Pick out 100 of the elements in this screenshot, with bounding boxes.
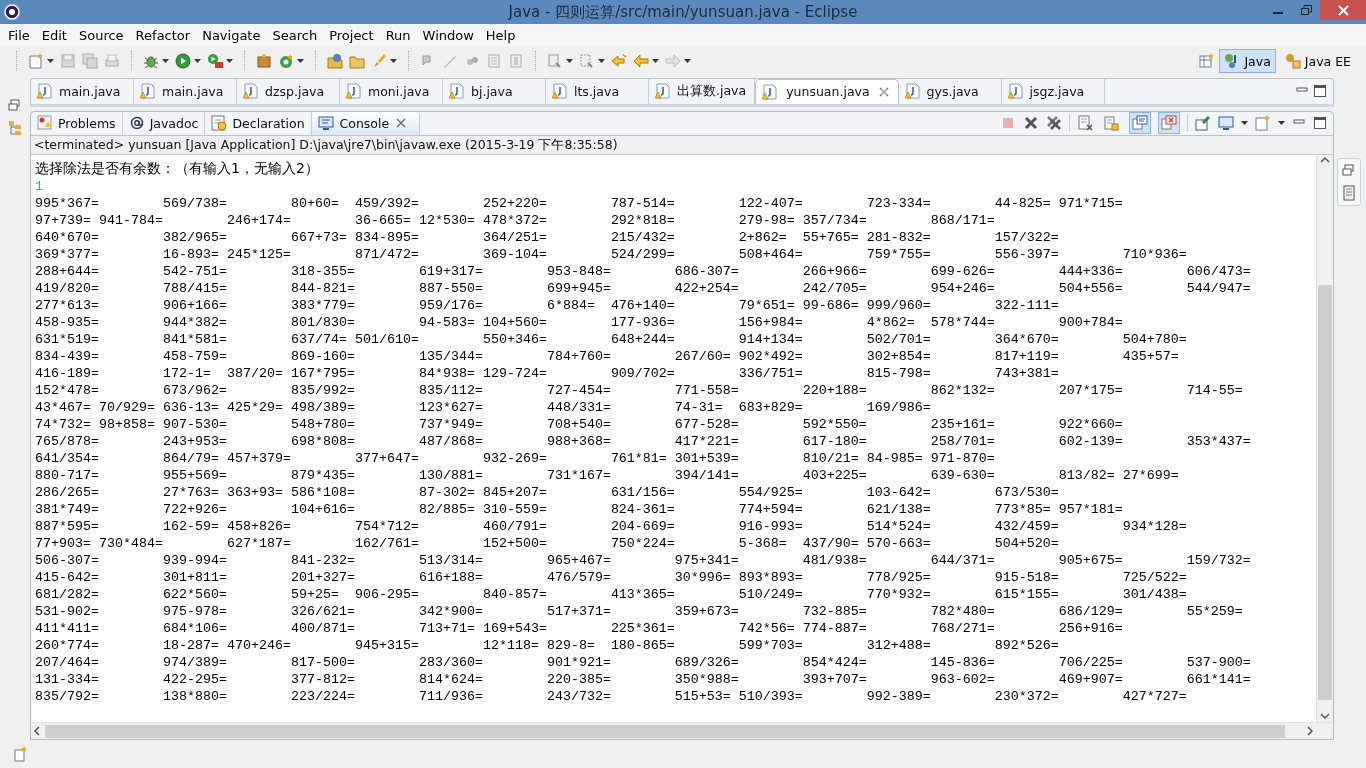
- debug-icon[interactable]: [143, 53, 159, 69]
- view-tab[interactable]: Console: [311, 111, 421, 135]
- close-icon[interactable]: [877, 85, 890, 98]
- remove-all-icon[interactable]: [1046, 115, 1062, 132]
- scrollbar-thumb[interactable]: [1317, 284, 1333, 700]
- menu-item[interactable]: Search: [266, 25, 324, 45]
- console-line: 531-902= 975-978= 326/621= 342*900= 517+371= 359+673= 732-885= 782*480= 686/129= 55*259=: [35, 602, 1244, 620]
- java-file-icon: [762, 83, 779, 100]
- fast-view-icon[interactable]: [14, 746, 30, 762]
- menu-item[interactable]: Run: [379, 25, 417, 45]
- clear-console-icon[interactable]: [1077, 115, 1093, 132]
- show-error-icon: [1161, 115, 1177, 132]
- caret-icon[interactable]: [566, 58, 573, 64]
- editor-tab[interactable]: yunsuan.java: [755, 79, 899, 104]
- java-file-icon: [1007, 83, 1024, 100]
- editor-tab[interactable]: jsgz.java: [1001, 79, 1105, 104]
- toggle-button[interactable]: [1129, 112, 1151, 135]
- java-ee-perspective-icon: [1284, 53, 1301, 69]
- list-icon[interactable]: [1341, 185, 1357, 201]
- java-file-icon: [904, 83, 921, 100]
- console-line: 131-334= 422-295= 377-812= 814*624= 220-385= 350*988= 393+707= 963-602= 469+907= 661*141=: [35, 670, 1252, 688]
- maximize-icon[interactable]: [1313, 84, 1327, 99]
- editor-tab[interactable]: main.java: [31, 79, 134, 104]
- maximize-icon[interactable]: [1313, 116, 1327, 131]
- display-console-icon[interactable]: [1218, 115, 1234, 132]
- menu-item[interactable]: Navigate: [196, 25, 267, 45]
- folder-icon[interactable]: [349, 53, 365, 69]
- console-line: 640*670= 382/965= 667+73= 834-895= 364/251= 215/432= 2+862= 55+765= 281-832= 157/322=: [35, 228, 1060, 246]
- console-line: 411*411= 684*106= 400/871= 713+71= 169+543= 225*361= 742*56= 774-887= 768/271= 256+916=: [35, 619, 1124, 637]
- restore-icon[interactable]: [1341, 163, 1357, 179]
- console-line: 631*519= 841*581= 637/74= 501/610= 550+346= 648+244= 914+134= 502/701= 364*670= 504+780=: [35, 330, 1188, 348]
- editor-tab[interactable]: lts.java: [546, 79, 649, 104]
- caret-icon[interactable]: [1241, 120, 1248, 127]
- editor-tab[interactable]: dzsp.java: [237, 79, 340, 104]
- scroll-left-icon[interactable]: [31, 725, 43, 737]
- restore-icon[interactable]: [7, 98, 23, 114]
- javadoc-icon: [128, 115, 145, 132]
- console-line: 681/282= 622*560= 59+25= 906-295= 840-857= 413*365= 510/249= 770*932= 615*155= 301/438=: [35, 585, 1188, 603]
- caret-icon[interactable]: [390, 58, 397, 64]
- console-line: 288+644= 542-751= 318-355= 619+317= 953-848= 686-307= 266+966= 699-626= 444+336= 606/473=: [35, 262, 1252, 280]
- open-perspective-icon[interactable]: [1199, 53, 1216, 69]
- console-line: 458-935= 944*382= 801/830= 94-583= 104+560= 177-936= 156+984= 4*862= 578*744= 900+784=: [35, 313, 1124, 331]
- console-line: 152*478= 673/962= 835/992= 835/112= 727-454= 771-558= 220+188= 862*132= 207*175= 714-55=: [35, 381, 1244, 399]
- caret-icon[interactable]: [297, 58, 304, 64]
- scroll-down-icon[interactable]: [1319, 710, 1331, 722]
- menu-item[interactable]: Edit: [35, 25, 73, 45]
- close-button[interactable]: [1320, 0, 1366, 20]
- scrollbar-thumb[interactable]: [45, 723, 1285, 739]
- last-edit-icon[interactable]: [611, 53, 627, 69]
- console-line: 77+903= 730*484= 627*187= 162/761= 152+500= 750*224= 5-368= 437/90= 570-663= 504+520=: [35, 534, 1060, 552]
- menu-item[interactable]: Project: [323, 25, 380, 45]
- caret-icon[interactable]: [652, 58, 659, 64]
- console-line: 286/265= 27*763= 363+93= 586*108= 87-302= 845+207= 631/156= 554/925= 103-642= 673/530=: [35, 483, 1060, 501]
- menu-item[interactable]: File: [2, 25, 36, 45]
- run-icon[interactable]: [175, 53, 191, 69]
- remove-launch-icon[interactable]: [1023, 115, 1039, 132]
- console-line: 887*595= 162-59= 458+826= 754*712= 460/791= 204-669= 916-993= 514*524= 432/459= 934*128=: [35, 517, 1188, 535]
- perspective-button[interactable]: Java: [1219, 49, 1276, 73]
- editor-tab[interactable]: gys.java: [898, 79, 1002, 104]
- editor-tab[interactable]: bj.java: [443, 79, 546, 104]
- editor-tab[interactable]: moni.java: [340, 79, 443, 104]
- console-prompt: 选择除法是否有余数：（有输入1，无输入2）: [35, 158, 320, 178]
- console-line: 415-642= 301+811= 201+327= 616+188= 476/579= 30*996= 893*893= 778/925= 915-518= 725/522=: [35, 568, 1188, 586]
- restore-icon[interactable]: [1300, 5, 1312, 15]
- external-tools-icon[interactable]: [207, 53, 223, 69]
- console-line: 880-717= 955+569= 879*435= 130/881= 731*167= 394/141= 403+225= 639-630= 813/82= 27*699=: [35, 466, 1180, 484]
- console-line: 835/792= 138*880= 223/224= 711/936= 243/732= 515+53= 510/393= 992-389= 230*372= 427*727=: [35, 687, 1188, 705]
- view-tab[interactable]: Problems: [31, 111, 123, 135]
- pin-icon[interactable]: [1195, 115, 1211, 132]
- menu-item[interactable]: Window: [416, 25, 480, 45]
- caret-icon[interactable]: [194, 58, 201, 64]
- view-tab[interactable]: Javadoc: [122, 111, 206, 135]
- console-line: 97+739= 941-784= 246+174= 36-665= 12*530= 478*372= 292*818= 279-98= 357/734= 868/171=: [35, 211, 996, 229]
- editor-tab[interactable]: main.java: [134, 79, 237, 104]
- caret-icon[interactable]: [226, 58, 233, 64]
- java-file-icon: [140, 83, 156, 100]
- app-icon[interactable]: [3, 3, 21, 21]
- new-package-icon[interactable]: [256, 53, 272, 69]
- console-line: 419/820= 788/415= 844-821= 887-550= 699+945= 422+254= 242/705= 954+246= 504+556= 544/947=: [35, 279, 1252, 297]
- console-line: 74*732= 98+858= 907-530= 548+780= 737*949= 708+540= 677-528= 592*550= 235+161= 922*660=: [35, 415, 1124, 433]
- java-file-icon: [37, 83, 53, 100]
- toggle-button[interactable]: [1158, 112, 1180, 135]
- caret-icon[interactable]: [162, 58, 169, 64]
- console-line: 765/878= 243+953= 698*808= 487/868= 988+368= 417*221= 617-180= 258/701= 602-139= 353*437=: [35, 432, 1252, 450]
- console-line: 260*774= 18-287= 470+246= 945+315= 12*118= 829-8= 180-865= 599*703= 312+488= 892*526=: [35, 636, 1060, 654]
- view-tab[interactable]: Declaration: [205, 111, 312, 135]
- open-type-icon[interactable]: [327, 53, 343, 69]
- caret-icon[interactable]: [684, 58, 691, 64]
- menu-item[interactable]: Help: [479, 25, 522, 45]
- caret-icon[interactable]: [47, 58, 54, 64]
- java-file-icon: [552, 83, 568, 100]
- menu-item[interactable]: Refactor: [129, 25, 197, 45]
- scroll-right-icon[interactable]: [1304, 725, 1316, 737]
- menu-item[interactable]: Source: [72, 25, 130, 45]
- caret-icon[interactable]: [1278, 120, 1285, 127]
- close-icon[interactable]: [395, 117, 408, 130]
- java-file-icon: [346, 83, 362, 100]
- perspective-button[interactable]: Java EE: [1279, 49, 1356, 73]
- caret-icon[interactable]: [598, 58, 605, 64]
- editor-tab[interactable]: 出算数.java: [649, 79, 756, 104]
